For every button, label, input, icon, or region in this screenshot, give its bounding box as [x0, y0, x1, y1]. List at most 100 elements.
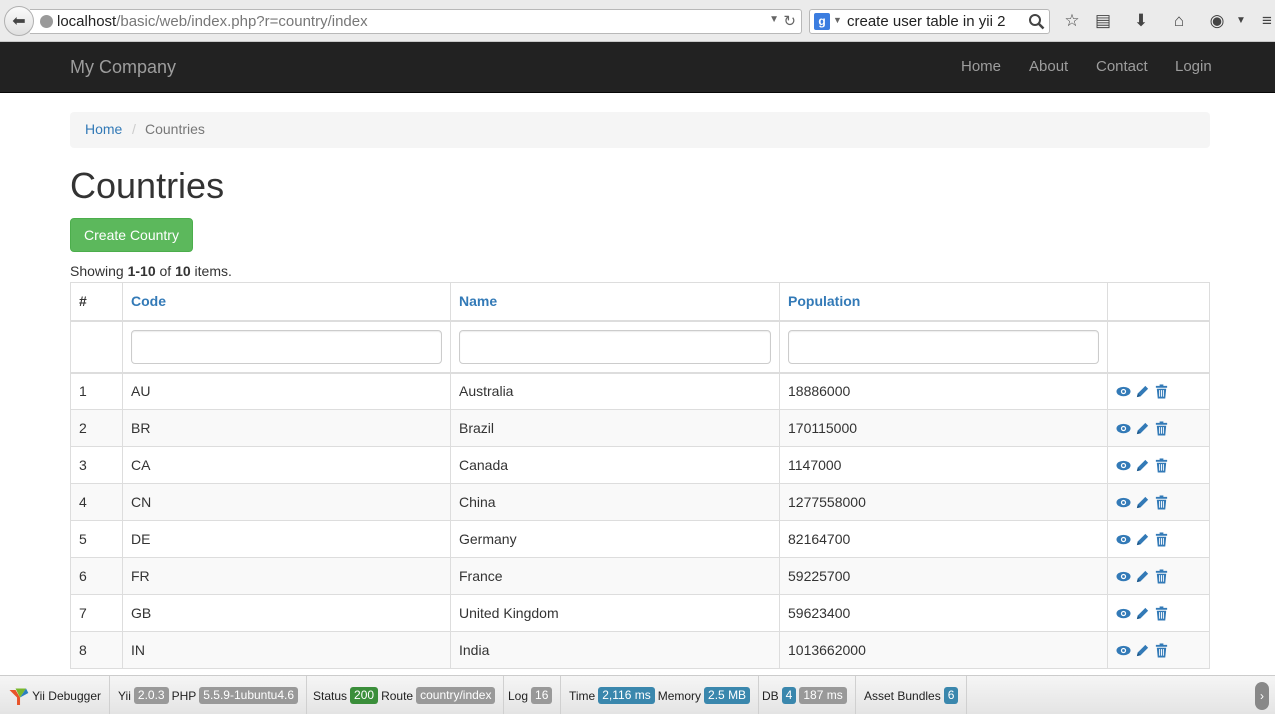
- arrow-left-icon: ⬅: [12, 13, 26, 30]
- reload-icon[interactable]: ↻: [783, 12, 796, 30]
- search-box[interactable]: g ▼ create user table in yii 2: [809, 9, 1050, 34]
- filter-cell-empty: [1107, 320, 1210, 374]
- trash-icon[interactable]: [1154, 384, 1169, 399]
- cell-population: 170115000: [779, 409, 1108, 447]
- cell-actions: [1107, 372, 1210, 410]
- route-label: Route: [381, 688, 414, 703]
- debugger-logo-block[interactable]: Yii Debugger: [0, 676, 110, 714]
- create-country-button[interactable]: Create Country: [70, 218, 193, 252]
- back-button[interactable]: ⬅: [4, 6, 34, 36]
- pencil-icon[interactable]: [1135, 495, 1150, 510]
- trash-icon[interactable]: [1154, 420, 1169, 436]
- pencil-icon[interactable]: [1135, 606, 1150, 621]
- time-label: Time: [569, 688, 596, 703]
- php-version-badge: 5.5.9-1ubuntu4.6: [199, 687, 299, 704]
- filter-cell: [450, 320, 780, 374]
- download-icon[interactable]: ⬇: [1130, 10, 1152, 32]
- eye-icon[interactable]: [1116, 532, 1131, 547]
- eye-icon[interactable]: [1116, 569, 1131, 584]
- google-icon[interactable]: g: [814, 13, 830, 30]
- pencil-icon[interactable]: [1135, 569, 1150, 584]
- eye-icon[interactable]: [1116, 421, 1131, 436]
- chevron-right-icon[interactable]: ›: [1255, 682, 1269, 710]
- url-text: localhost/basic/web/index.php?r=country/…: [57, 13, 368, 30]
- cell-code: BR: [122, 409, 451, 447]
- cell-name: Germany: [450, 520, 780, 558]
- pencil-icon[interactable]: [1135, 458, 1150, 473]
- yii-version-badge: 2.0.3: [133, 687, 169, 704]
- address-bar[interactable]: localhost/basic/web/index.php?r=country/…: [30, 9, 802, 34]
- breadcrumb-separator: /: [132, 121, 136, 137]
- breadcrumb-home[interactable]: Home: [85, 121, 122, 137]
- trash-icon[interactable]: [1154, 531, 1169, 547]
- eye-icon[interactable]: [1116, 495, 1131, 510]
- yii-logo-icon: [9, 687, 29, 705]
- trash-icon[interactable]: [1154, 642, 1169, 658]
- brand-logo[interactable]: My Company: [70, 57, 176, 78]
- eye-icon[interactable]: [1116, 384, 1131, 399]
- nav-login[interactable]: Login: [1175, 58, 1212, 75]
- header-population[interactable]: Population: [779, 282, 1108, 322]
- debugger-request[interactable]: Status 200 Route country/index: [305, 676, 505, 714]
- eye-icon[interactable]: [1116, 458, 1131, 473]
- cell-population: 1013662000: [779, 631, 1108, 669]
- code-filter-input[interactable]: [131, 329, 442, 364]
- asset-bundles-badge: 6: [943, 687, 959, 704]
- cell-name: Canada: [450, 446, 780, 484]
- php-label: PHP: [171, 688, 197, 703]
- pencil-icon[interactable]: [1135, 532, 1150, 547]
- nav-contact[interactable]: Contact: [1096, 58, 1148, 75]
- nav-home[interactable]: Home: [961, 58, 1001, 75]
- cell-population: 59225700: [779, 557, 1108, 595]
- chevron-down-icon[interactable]: ▼: [1230, 10, 1252, 32]
- pencil-icon[interactable]: [1135, 384, 1150, 399]
- search-input[interactable]: create user table in yii 2: [847, 13, 1005, 30]
- trash-icon[interactable]: [1154, 568, 1169, 584]
- pencil-icon[interactable]: [1135, 421, 1150, 436]
- memory-badge: 2.5 MB: [704, 687, 751, 704]
- cell-num: 4: [70, 483, 123, 521]
- eye-icon[interactable]: [1116, 606, 1131, 621]
- pencil-icon[interactable]: [1135, 643, 1150, 658]
- cell-num: 6: [70, 557, 123, 595]
- header-code[interactable]: Code: [122, 282, 451, 322]
- grid-summary: Showing 1-10 of 10 items.: [70, 263, 232, 279]
- home-icon[interactable]: ⌂: [1168, 10, 1190, 32]
- debugger-log[interactable]: Log 16: [500, 676, 562, 714]
- status-label: Status: [313, 688, 348, 703]
- cell-actions: [1107, 631, 1210, 669]
- cell-num: 5: [70, 520, 123, 558]
- cell-code: IN: [122, 631, 451, 669]
- search-icon[interactable]: [1028, 13, 1045, 30]
- eye-icon[interactable]: [1116, 643, 1131, 658]
- debugger-versions[interactable]: Yii 2.0.3 PHP 5.5.9-1ubuntu4.6: [110, 676, 308, 714]
- chevron-down-icon[interactable]: ▼: [833, 15, 842, 25]
- time-badge: 2,116 ms: [598, 687, 655, 704]
- header-name[interactable]: Name: [450, 282, 780, 322]
- chat-icon[interactable]: ◉: [1206, 10, 1228, 32]
- name-filter-input[interactable]: [459, 329, 771, 364]
- asset-bundles-label: Asset Bundles: [864, 688, 941, 703]
- cell-name: China: [450, 483, 780, 521]
- trash-icon[interactable]: [1154, 494, 1169, 510]
- chevron-down-icon[interactable]: ▼: [769, 14, 779, 25]
- menu-icon[interactable]: ≡: [1256, 10, 1275, 32]
- cell-population: 1277558000: [779, 483, 1108, 521]
- log-label: Log: [508, 688, 529, 703]
- cell-code: FR: [122, 557, 451, 595]
- debugger-assets[interactable]: Asset Bundles 6: [856, 676, 968, 714]
- table-row: 4 CN China 1277558000: [70, 483, 1210, 521]
- cell-num: 1: [70, 372, 123, 410]
- cell-actions: [1107, 594, 1210, 632]
- cell-name: Brazil: [450, 409, 780, 447]
- population-filter-input[interactable]: [788, 329, 1099, 364]
- page-title: Countries: [70, 165, 225, 206]
- trash-icon[interactable]: [1154, 457, 1169, 473]
- debugger-profiling[interactable]: Time 2,116 ms Memory 2.5 MB: [561, 676, 760, 714]
- reading-list-icon[interactable]: ▤: [1092, 10, 1114, 32]
- debugger-db[interactable]: DB 4 187 ms: [754, 676, 856, 714]
- nav-about[interactable]: About: [1029, 58, 1068, 75]
- bookmark-star-icon[interactable]: ☆: [1061, 10, 1083, 32]
- route-badge: country/index: [416, 687, 496, 704]
- trash-icon[interactable]: [1154, 605, 1169, 621]
